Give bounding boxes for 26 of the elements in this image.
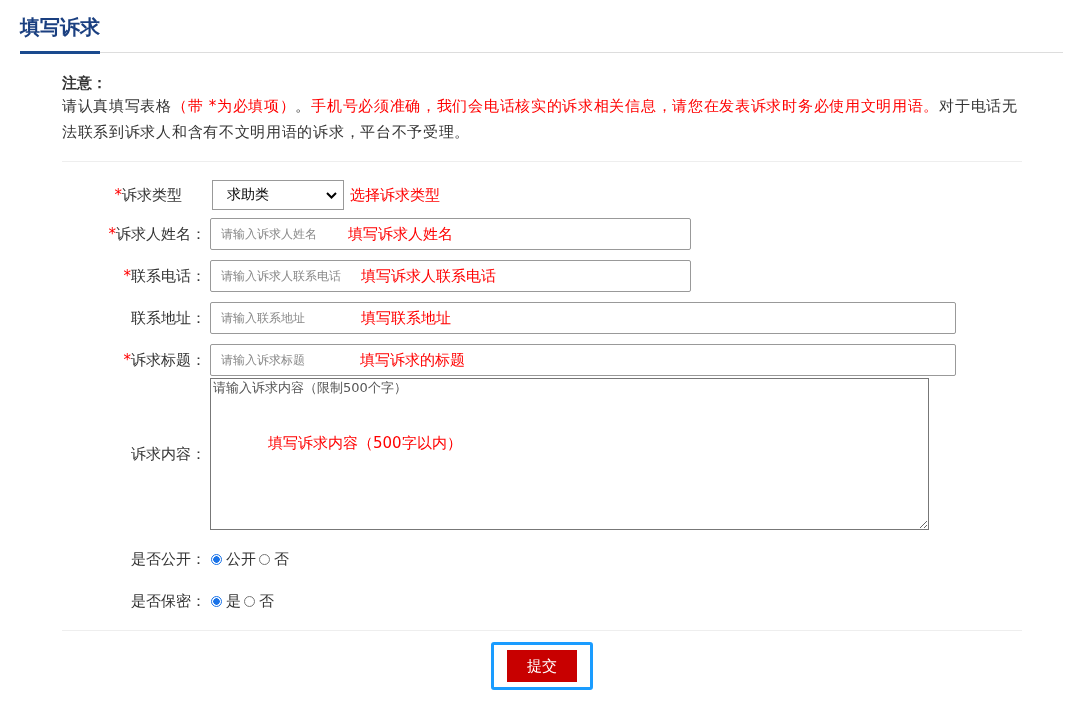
radio-button[interactable] <box>211 553 222 565</box>
radio-label[interactable]: 否 <box>259 591 274 611</box>
field-label: 是否保密： <box>130 591 207 611</box>
hint-text: 填写诉求的标题 <box>360 351 465 370</box>
notice-heading: 注意： <box>62 73 108 93</box>
field-label: *诉求类型 <box>113 185 182 205</box>
radio-label[interactable]: 否 <box>274 549 289 569</box>
chevron-down-icon <box>326 191 337 199</box>
field-label: *诉求标题： <box>122 350 207 370</box>
submit-button[interactable]: 提交 <box>507 650 577 682</box>
hint-text: 填写诉求内容（500字以内） <box>268 434 462 453</box>
hint-text: 填写诉求人联系电话 <box>361 267 496 286</box>
radio-label[interactable]: 公开 <box>226 549 256 569</box>
radio-button[interactable] <box>211 595 222 607</box>
field-label: *诉求人姓名： <box>107 224 207 244</box>
hint-text: 填写联系地址 <box>361 309 451 328</box>
type-dropdown[interactable]: 求助类 <box>212 180 344 210</box>
hint-text: 选择诉求类型 <box>350 185 440 205</box>
field-label: 诉求内容： <box>130 444 207 464</box>
notice-text: 请认真填写表格（带 *为必填项）。手机号必须准确，我们会电话核实的诉求相关信息，请您在发表诉求时务必使用文明用语。对于电话无法联系到诉求人和含有不文明用语的诉求，平台不予受理。 <box>62 96 1019 143</box>
field-label: 联系地址： <box>130 308 207 328</box>
field-label: *联系电话： <box>122 266 207 286</box>
field-label: 是否公开： <box>130 549 207 569</box>
radio-label[interactable]: 是 <box>226 591 241 611</box>
page-tab[interactable]: 填写诉求 <box>20 14 100 54</box>
hint-text: 填写诉求人姓名 <box>348 225 453 244</box>
